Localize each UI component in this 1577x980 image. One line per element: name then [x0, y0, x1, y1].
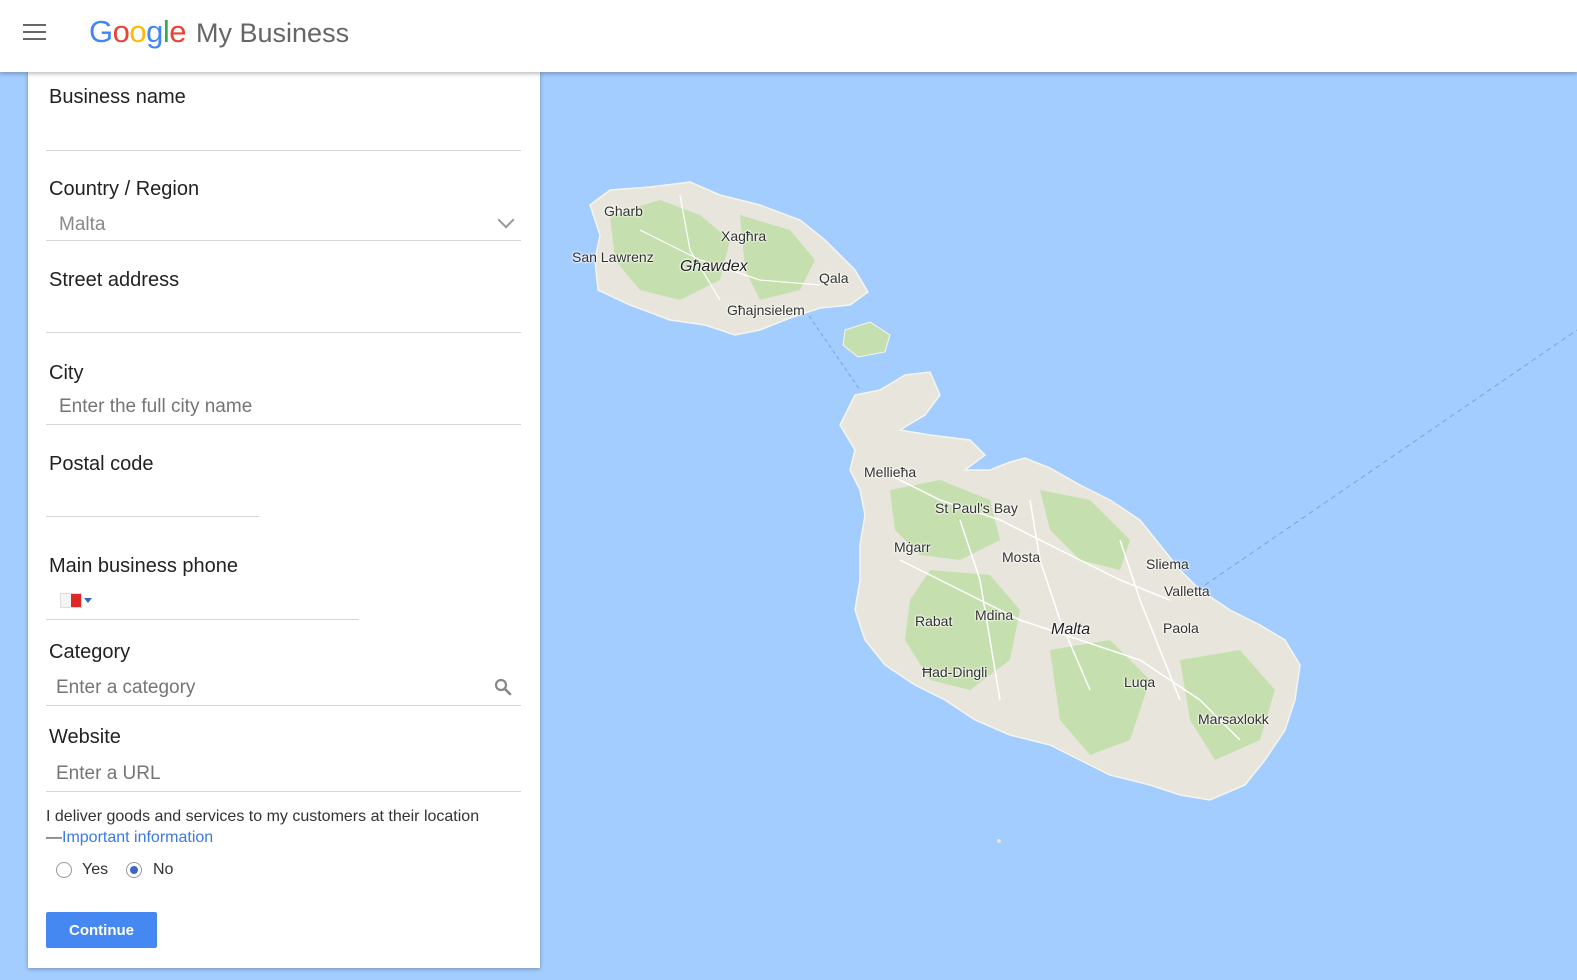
- logo-letter-0: G: [89, 14, 113, 49]
- business-name-label: Business name: [49, 86, 186, 108]
- map-label-ghajnsielem: Għajnsielem: [727, 302, 805, 318]
- radio-no-label[interactable]: No: [153, 861, 173, 879]
- search-icon[interactable]: [494, 678, 512, 696]
- caret-down-icon: [84, 598, 92, 603]
- map-label-mdina: Mdina: [975, 607, 1014, 623]
- malta-flag-icon: [60, 593, 82, 608]
- map-label-xaghra: Xagħra: [721, 228, 767, 244]
- delivery-question: I deliver goods and services to my custo…: [46, 806, 516, 848]
- postal-code-underline: [46, 516, 259, 517]
- logo-letter-1: o: [112, 14, 130, 49]
- top-app-bar: Google My Business: [0, 0, 1577, 72]
- logo-letter-2: o: [129, 14, 147, 49]
- business-name-underline: [46, 150, 521, 151]
- hamburger-menu-icon[interactable]: [20, 20, 50, 46]
- street-address-input[interactable]: [56, 300, 516, 328]
- phone-label: Main business phone: [49, 555, 239, 577]
- business-name-input[interactable]: [56, 116, 516, 144]
- radio-yes[interactable]: [56, 862, 72, 878]
- postal-code-input[interactable]: [56, 484, 256, 512]
- delivery-question-text: I deliver goods and services to my custo…: [46, 808, 480, 825]
- business-form-panel: Business name Country / Region Malta Str…: [28, 72, 540, 968]
- map-label-mellieha: Mellieħa: [864, 464, 917, 480]
- radio-no[interactable]: [126, 862, 142, 878]
- website-label: Website: [49, 726, 121, 748]
- city-input[interactable]: [59, 394, 519, 420]
- website-input[interactable]: [56, 761, 516, 787]
- page: Gharb Xagħra San Lawrenz Għawdex Qala Għ…: [0, 0, 1577, 980]
- map-label-mosta: Mosta: [1002, 549, 1041, 565]
- map-label-valletta: Valletta: [1164, 583, 1210, 599]
- country-underline: [46, 240, 521, 241]
- logo-letter-5: e: [169, 14, 187, 49]
- country-select-value: Malta: [59, 214, 106, 235]
- phone-input[interactable]: [106, 586, 346, 614]
- map-label-ghawdex: Għawdex: [680, 258, 748, 275]
- important-information-link[interactable]: Important information: [62, 829, 213, 846]
- chevron-down-icon: [497, 211, 515, 229]
- city-label: City: [49, 362, 84, 384]
- map-label-had-dingli: Ħad-Dingli: [922, 664, 988, 680]
- radio-yes-label[interactable]: Yes: [82, 861, 108, 879]
- map-label-malta: Malta: [1051, 621, 1091, 638]
- product-name: My Business: [196, 18, 350, 48]
- map-label-sliema: Sliema: [1146, 556, 1189, 572]
- map-label-mgarr: Mġarr: [894, 539, 931, 555]
- map-label-qala: Qala: [819, 270, 849, 286]
- map-label-marsaxlokk: Marsaxlokk: [1198, 711, 1269, 727]
- google-my-business-logo[interactable]: Google My Business: [89, 14, 349, 54]
- continue-button[interactable]: Continue: [46, 912, 157, 948]
- map-label-st-pauls-bay: St Paul's Bay: [935, 500, 1018, 516]
- map-label-gharb: Gharb: [604, 203, 643, 219]
- map-label-paola: Paola: [1163, 620, 1199, 636]
- map-label-san-lawrenz: San Lawrenz: [572, 249, 654, 265]
- website-underline: [46, 791, 521, 792]
- phone-underline: [46, 619, 359, 620]
- category-input[interactable]: [56, 675, 486, 701]
- logo-letter-3: g: [146, 14, 163, 49]
- street-address-label: Street address: [49, 269, 180, 291]
- map-label-luqa: Luqa: [1124, 674, 1156, 690]
- delivery-dash: —: [46, 829, 62, 846]
- country-label: Country / Region: [49, 178, 200, 200]
- map-label-rabat: Rabat: [915, 613, 953, 629]
- postal-code-label: Postal code: [49, 453, 154, 475]
- category-label: Category: [49, 641, 131, 663]
- phone-country-picker[interactable]: [58, 591, 98, 609]
- city-underline: [46, 424, 521, 425]
- country-select[interactable]: Malta: [46, 208, 521, 240]
- google-logo: Google: [89, 14, 187, 50]
- category-underline: [46, 705, 521, 706]
- street-address-underline: [46, 332, 521, 333]
